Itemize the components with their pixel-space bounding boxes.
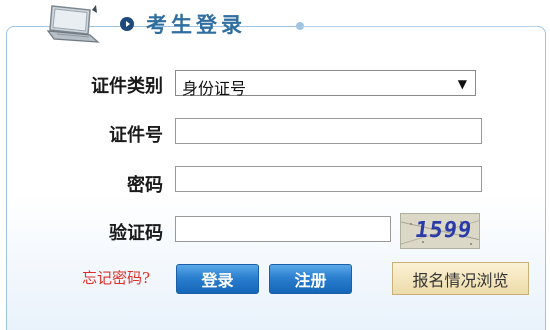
dropdown-arrow-icon[interactable]: ▼ [458, 77, 467, 91]
captcha-label: 验证码 [109, 223, 163, 244]
laptop-icon [46, 5, 100, 43]
captcha-image[interactable]: 1599 [400, 213, 480, 249]
password-label: 密码 [127, 175, 163, 196]
login-button[interactable]: 登录 [176, 264, 259, 294]
captcha-input[interactable] [175, 216, 391, 242]
id-type-label: 证件类别 [91, 76, 163, 97]
id-type-select[interactable]: 身份证号 ▼ [175, 70, 476, 98]
password-input[interactable] [175, 166, 482, 192]
browse-registration-button[interactable]: 报名情况浏览 [392, 262, 529, 295]
register-button[interactable]: 注册 [269, 264, 352, 294]
forgot-password-link[interactable]: 忘记密码? [82, 267, 150, 288]
id-number-input[interactable] [175, 118, 482, 144]
id-type-value: 身份证号 [182, 79, 247, 98]
id-number-label: 证件号 [109, 125, 163, 146]
chevron-right-icon [120, 17, 134, 31]
captcha-text: 1599 [413, 218, 474, 243]
header: 考生登录 [120, 9, 246, 39]
header-divider [302, 26, 538, 27]
page-title: 考生登录 [146, 13, 246, 37]
